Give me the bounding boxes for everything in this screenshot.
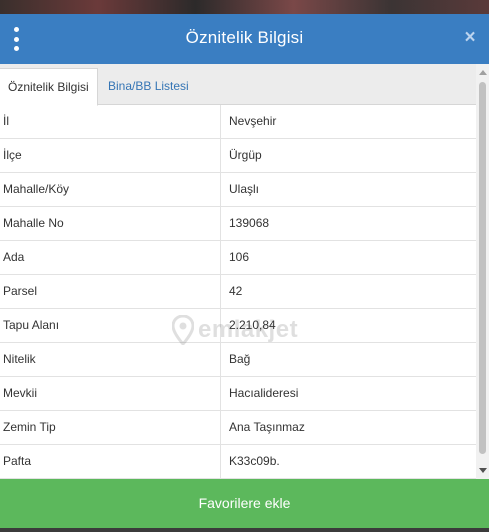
attribute-label: Zemin Tip (0, 411, 221, 444)
background-map-strip (0, 0, 489, 14)
close-icon[interactable]: × (461, 28, 479, 47)
table-row: Tapu Alanı 2.210,84 (0, 309, 476, 343)
attribute-value: Nevşehir (229, 114, 277, 128)
attribute-table: İl Nevşehir İlçe Ürgüp Mahalle/Köy Ulaşl… (0, 105, 476, 479)
dialog-header: Öznitelik Bilgisi × (0, 14, 489, 64)
bottom-edge (0, 528, 489, 532)
attribute-value: K33c09b. (229, 454, 280, 468)
attribute-label: İlçe (0, 139, 221, 172)
vertical-scrollbar[interactable] (476, 64, 489, 479)
table-row: Pafta K33c09b. (0, 445, 476, 479)
table-row: Mevkii Hacıalideresi (0, 377, 476, 411)
attribute-value: Ana Taşınmaz (229, 420, 305, 434)
attribute-label: Parsel (0, 275, 221, 308)
attribute-value: Bağ (229, 352, 251, 366)
attribute-label: Nitelik (0, 343, 221, 376)
attribute-label: Tapu Alanı (0, 309, 221, 342)
attribute-label: Mevkii (0, 377, 221, 410)
attribute-label: Mahalle No (0, 207, 221, 240)
table-row: Parsel 42 (0, 275, 476, 309)
attribute-value: 42 (229, 284, 243, 298)
table-row: İlçe Ürgüp (0, 139, 476, 173)
attribute-value: 139068 (229, 216, 270, 230)
attribute-label: Pafta (0, 445, 221, 478)
scroll-up-arrow-icon[interactable] (479, 70, 487, 75)
table-row: Zemin Tip Ana Taşınmaz (0, 411, 476, 445)
attribute-label: İl (0, 105, 221, 138)
attribute-label: Ada (0, 241, 221, 274)
tab-building-list[interactable]: Bina/BB Listesi (100, 68, 197, 104)
attribute-value: Ulaşlı (229, 182, 260, 196)
add-to-favorites-button[interactable]: Favorilere ekle (0, 479, 489, 528)
scroll-down-arrow-icon[interactable] (479, 468, 487, 473)
table-row: İl Nevşehir (0, 105, 476, 139)
attribute-value: Ürgüp (229, 148, 262, 162)
table-row: Mahalle No 139068 (0, 207, 476, 241)
table-row: Nitelik Bağ (0, 343, 476, 377)
attribute-value: 2.210,84 (229, 318, 276, 332)
scroll-thumb[interactable] (479, 82, 486, 454)
tab-attribute-info[interactable]: Öznitelik Bilgisi (0, 68, 98, 106)
table-row: Ada 106 (0, 241, 476, 275)
attribute-value: 106 (229, 250, 250, 264)
attribute-value: Hacıalideresi (229, 386, 299, 400)
table-row: Mahalle/Köy Ulaşlı (0, 173, 476, 207)
dialog-title: Öznitelik Bilgisi (185, 28, 304, 47)
dialog-body: Öznitelik Bilgisi Bina/BB Listesi İl Nev… (0, 64, 489, 479)
tab-bar: Öznitelik Bilgisi Bina/BB Listesi (0, 64, 476, 106)
attribute-label: Mahalle/Köy (0, 173, 221, 206)
